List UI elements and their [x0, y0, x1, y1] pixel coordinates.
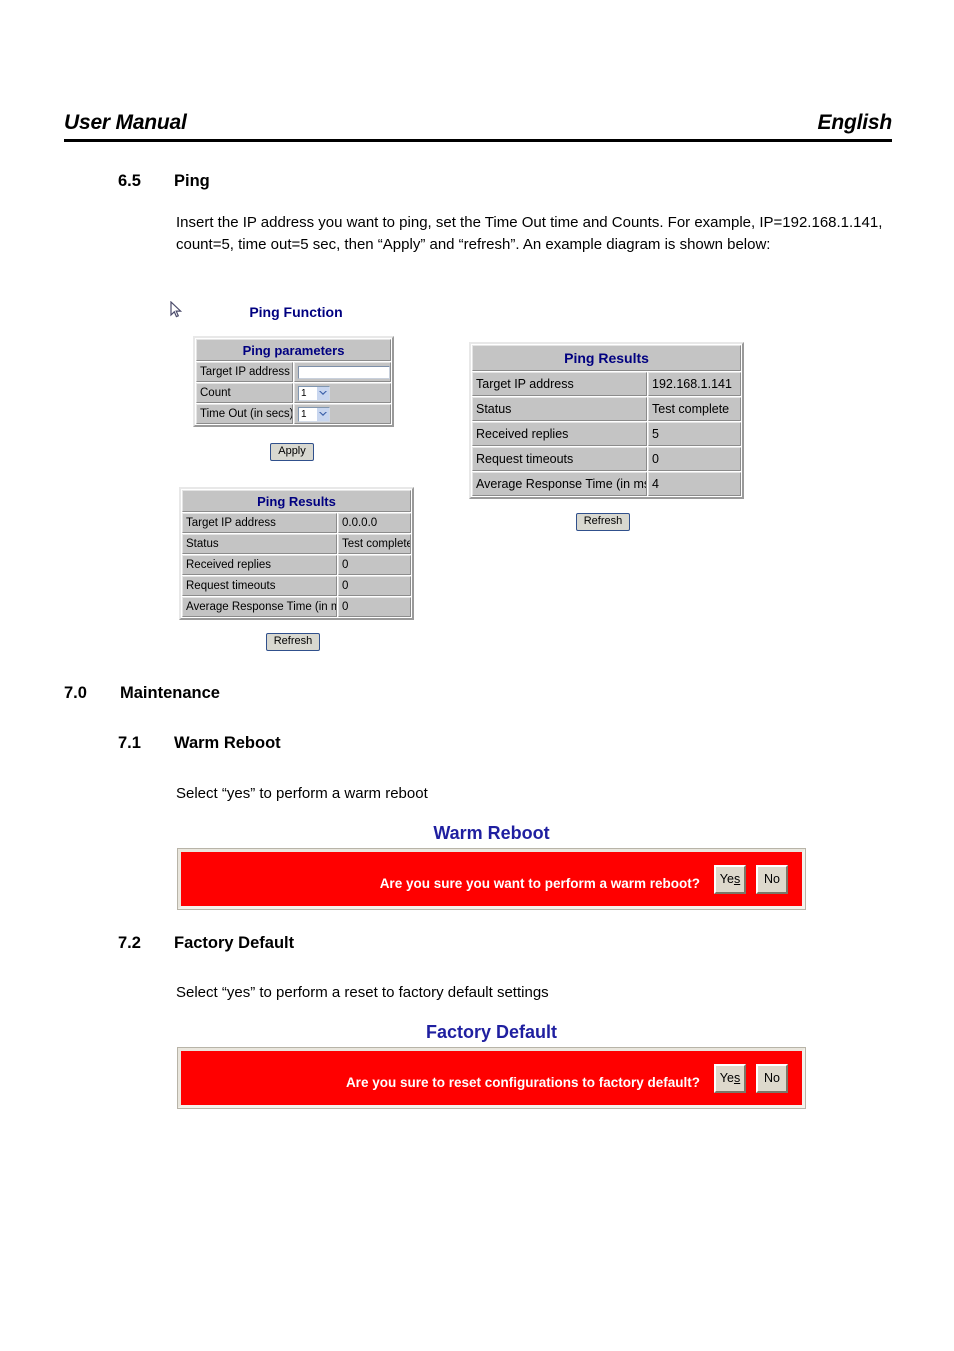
ping-results-right-caption: Ping Results: [472, 345, 742, 371]
timeout-select[interactable]: 1: [298, 406, 330, 422]
table-row: Time Out (in secs) 1: [196, 404, 391, 424]
target-ip-input[interactable]: [298, 365, 390, 379]
warm-reboot-yes-button[interactable]: Yes: [714, 864, 746, 894]
ping-results-left-table: Ping Results Target IP address 0.0.0.0 S…: [179, 487, 414, 620]
chevron-down-icon: [317, 386, 329, 400]
ping-function-panel: Ping Function: [196, 303, 396, 321]
table-row: Ping Results: [472, 345, 742, 371]
table-row: Request timeouts 0: [182, 576, 411, 596]
heading-6-5-title: Ping: [174, 172, 210, 190]
result-value: 0: [648, 447, 742, 471]
result-value: 0: [338, 597, 411, 617]
result-label: Target IP address: [182, 513, 337, 533]
header-left-label: User Manual: [64, 111, 187, 134]
apply-button[interactable]: Apply: [270, 443, 314, 461]
result-label: Request timeouts: [472, 447, 647, 471]
heading-7-2-number: 7.2: [118, 934, 141, 952]
table-row: Received replies 5: [472, 422, 742, 446]
ping-parameters-table: Ping parameters Target IP address Count …: [193, 336, 394, 427]
heading-7-0-number: 7.0: [64, 684, 87, 702]
table-row: Target IP address 192.168.1.141: [472, 372, 742, 396]
ping-function-title: Ping Function: [249, 304, 343, 320]
result-label: Received replies: [472, 422, 647, 446]
heading-7-2-title: Factory Default: [174, 934, 295, 952]
paragraph-7-2: Select “yes” to perform a reset to facto…: [176, 984, 549, 1001]
table-row: Average Response Time (in ms) 0: [182, 597, 411, 617]
heading-7-1-number: 7.1: [118, 734, 141, 752]
page-running-header: User Manual English: [64, 110, 892, 144]
refresh-button-left[interactable]: Refresh: [265, 633, 321, 651]
warm-reboot-message: Are you sure you want to perform a warm …: [379, 876, 700, 891]
result-label: Status: [182, 534, 337, 554]
paragraph-7-1: Select “yes” to perform a warm reboot: [176, 785, 428, 802]
result-value: 0.0.0.0: [338, 513, 411, 533]
table-row: Count 1: [196, 383, 391, 403]
count-label: Count: [196, 383, 293, 403]
warm-reboot-dialog-title: Warm Reboot: [433, 823, 550, 843]
timeout-cell: 1: [294, 404, 391, 424]
warm-reboot-no-button[interactable]: No: [756, 864, 788, 894]
result-label: Received replies: [182, 555, 337, 575]
table-row: Ping Results: [182, 490, 411, 512]
table-row: Ping parameters: [196, 339, 391, 361]
count-cell: 1: [294, 383, 391, 403]
table-row: Status Test complete: [182, 534, 411, 554]
mouse-pointer-icon: [170, 300, 184, 319]
result-value: 5: [648, 422, 742, 446]
apply-button-row: Apply: [193, 441, 391, 461]
table-row: Received replies 0: [182, 555, 411, 575]
result-value: 0: [338, 576, 411, 596]
refresh-right-button-row: Refresh: [469, 511, 737, 531]
factory-default-no-label: No: [764, 1071, 780, 1085]
factory-default-yes-button[interactable]: Yes: [714, 1063, 746, 1093]
heading-7-0-title: Maintenance: [120, 684, 220, 702]
refresh-button-right[interactable]: Refresh: [575, 513, 631, 531]
factory-default-no-button[interactable]: No: [756, 1063, 788, 1093]
result-value: Test complete: [338, 534, 411, 554]
refresh-left-button-row: Refresh: [179, 631, 407, 651]
table-row: Status Test complete: [472, 397, 742, 421]
result-label: Request timeouts: [182, 576, 337, 596]
count-select-value: 1: [301, 387, 307, 399]
count-select[interactable]: 1: [298, 385, 330, 401]
heading-7-1-title: Warm Reboot: [174, 734, 281, 752]
timeout-select-value: 1: [301, 408, 307, 420]
heading-6-5-ping: 6.5 Ping: [118, 171, 210, 191]
heading-7-2-factory-default: 7.2 Factory Default: [118, 933, 294, 953]
result-value: 192.168.1.141: [648, 372, 742, 396]
factory-default-dialog-title: Factory Default: [425, 1022, 558, 1042]
table-row: Request timeouts 0: [472, 447, 742, 471]
ping-results-left-caption: Ping Results: [182, 490, 411, 512]
target-ip-label: Target IP address: [196, 362, 293, 382]
factory-default-message: Are you sure to reset configurations to …: [345, 1075, 700, 1090]
heading-7-0-maintenance: 7.0 Maintenance: [64, 683, 220, 703]
warm-reboot-no-label: No: [764, 872, 780, 886]
table-row: Average Response Time (in ms) 4: [472, 472, 742, 496]
timeout-label: Time Out (in secs): [196, 404, 293, 424]
result-value: 0: [338, 555, 411, 575]
result-label: Target IP address: [472, 372, 647, 396]
result-value: Test complete: [648, 397, 742, 421]
factory-default-dialog: Are you sure to reset configurations to …: [177, 1047, 806, 1109]
result-label: Average Response Time (in ms): [182, 597, 337, 617]
table-row: Target IP address: [196, 362, 391, 382]
result-label: Average Response Time (in ms): [472, 472, 647, 496]
header-right-label: English: [817, 111, 893, 134]
ping-parameters-caption: Ping parameters: [196, 339, 391, 361]
header-divider-rule: [64, 139, 892, 142]
heading-7-1-warm-reboot: 7.1 Warm Reboot: [118, 733, 281, 753]
target-ip-cell: [294, 362, 391, 382]
heading-6-5-number: 6.5: [118, 172, 141, 190]
warm-reboot-dialog: Are you sure you want to perform a warm …: [177, 848, 806, 910]
chevron-down-icon: [317, 407, 329, 421]
ping-results-right-table: Ping Results Target IP address 192.168.1…: [469, 342, 745, 499]
table-row: Target IP address 0.0.0.0: [182, 513, 411, 533]
warm-reboot-yes-label: Yes: [719, 872, 741, 886]
paragraph-6-5: Insert the IP address you want to ping, …: [176, 214, 883, 253]
factory-default-yes-label: Yes: [719, 1071, 741, 1085]
result-value: 4: [648, 472, 742, 496]
result-label: Status: [472, 397, 647, 421]
